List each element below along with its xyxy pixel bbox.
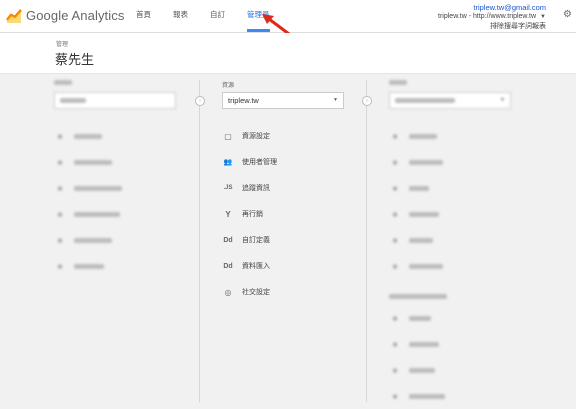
- account-label-blurred: [54, 80, 190, 88]
- user-management-item[interactable]: 👥 使用者管理: [222, 149, 358, 175]
- page-title: 蔡先生: [55, 52, 95, 67]
- data-import-item[interactable]: Dd 資料匯入: [222, 253, 358, 279]
- chevron-down-icon: ▼: [500, 97, 505, 103]
- list-item[interactable]: ■: [389, 331, 525, 357]
- custom-definitions-item[interactable]: Dd 自訂定義: [222, 227, 358, 253]
- nav-home[interactable]: 首頁: [136, 0, 151, 32]
- list-item[interactable]: ■: [389, 383, 525, 409]
- list-item: [389, 287, 525, 305]
- breadcrumb: 管理: [56, 42, 69, 48]
- list-item[interactable]: ■: [389, 357, 525, 383]
- nav-customize[interactable]: 自訂: [210, 0, 225, 32]
- list-item[interactable]: ■: [54, 201, 190, 227]
- property-menu: ▢ 資源設定 👥 使用者管理 .JS 追蹤資訊 Y 再行銷 Dd 自訂定義 Dd 資料匯入 …: [222, 123, 358, 305]
- list-item[interactable]: ■: [54, 175, 190, 201]
- list-item[interactable]: ■: [389, 201, 525, 227]
- property-select[interactable]: triplew.tw ▼: [222, 92, 344, 109]
- menu-item-label: 資料匯入: [242, 263, 270, 270]
- analytics-logo-icon: [6, 7, 22, 23]
- menu-item-label: 追蹤資訊: [242, 185, 270, 192]
- view-select-blurred[interactable]: ▼: [389, 92, 511, 109]
- tracking-info-item[interactable]: .JS 追蹤資訊: [222, 175, 358, 201]
- list-item[interactable]: ■: [389, 175, 525, 201]
- menu-item-label: 再行銷: [242, 211, 263, 218]
- divider: [366, 80, 367, 402]
- list-item[interactable]: ■: [389, 305, 525, 331]
- remarketing-item[interactable]: Y 再行銷: [222, 201, 358, 227]
- property-select-value: triplew.tw: [228, 96, 259, 105]
- list-item[interactable]: ■: [54, 227, 190, 253]
- globe-icon: ◎: [224, 287, 232, 297]
- account-email: triplew.tw@gmail.com: [473, 3, 546, 12]
- gear-icon[interactable]: ⚙: [563, 9, 572, 20]
- list-item[interactable]: ■: [389, 253, 525, 279]
- list-item[interactable]: ■: [389, 227, 525, 253]
- property-settings-item[interactable]: ▢ 資源設定: [222, 123, 358, 149]
- list-item[interactable]: ■: [389, 123, 525, 149]
- list-item[interactable]: ■: [54, 149, 190, 175]
- account-column: ■ ■ ■ ■ ■ ■: [54, 80, 190, 279]
- nav-reports[interactable]: 報表: [173, 0, 188, 32]
- page-icon: ▢: [224, 131, 232, 141]
- logo-text: Google Analytics: [26, 7, 125, 23]
- account-select-blurred[interactable]: [54, 92, 176, 109]
- page-header: 管理 蔡先生: [0, 33, 576, 74]
- js-icon: .JS: [223, 185, 233, 191]
- property-label: 資源: [222, 83, 235, 89]
- social-settings-item[interactable]: ◎ 社交設定: [222, 279, 358, 305]
- chevron-down-icon: ▼: [333, 97, 338, 103]
- divider: [199, 80, 200, 402]
- dd-icon: Dd: [223, 236, 233, 244]
- list-item[interactable]: ■: [54, 253, 190, 279]
- google-analytics-logo[interactable]: Google Analytics: [6, 7, 124, 23]
- menu-item-label: 使用者管理: [242, 159, 277, 166]
- list-item[interactable]: ■: [54, 123, 190, 149]
- account-selector[interactable]: triplew.tw@gmail.com triplew.tw - http:/…: [438, 3, 546, 31]
- view-label-blurred: [389, 80, 525, 88]
- users-icon: 👥: [223, 159, 233, 166]
- property-column: 資源 triplew.tw ▼ ▢ 資源設定 👥 使用者管理 .JS 追蹤資訊 Y 再行…: [222, 80, 358, 305]
- account-view: 排除搜尋字詞報表: [490, 23, 546, 30]
- menu-item-label: 社交設定: [242, 289, 270, 296]
- list-item[interactable]: ■: [389, 149, 525, 175]
- link-icon: ○: [195, 96, 205, 106]
- dd-icon: Dd: [223, 262, 233, 270]
- fork-icon: Y: [225, 209, 231, 219]
- menu-item-label: 資源設定: [242, 133, 270, 140]
- menu-item-label: 自訂定義: [242, 237, 270, 244]
- link-icon: ○: [362, 96, 372, 106]
- account-property: triplew.tw - http://www.triplew.tw: [438, 13, 537, 20]
- view-column: ▼ ■ ■ ■ ■ ■ ■ ■ ■ ■ ■: [389, 80, 525, 409]
- chevron-down-icon: ▼: [540, 14, 546, 20]
